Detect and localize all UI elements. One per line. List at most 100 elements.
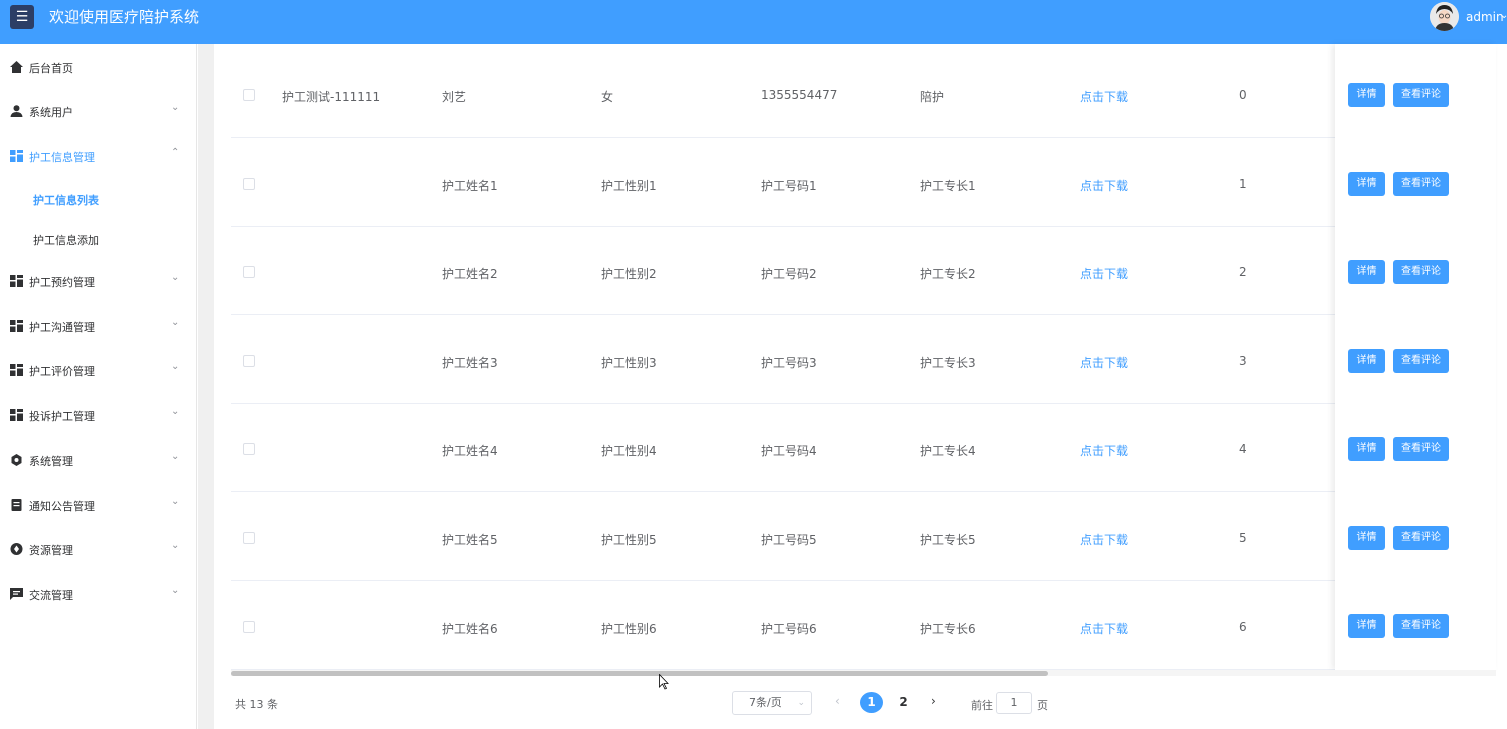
resource-icon xyxy=(10,543,23,555)
cell-gender: 护工性别2 xyxy=(601,267,657,281)
view-reviews-button[interactable]: 查看评论 xyxy=(1393,614,1449,638)
detail-button[interactable]: 详情 xyxy=(1348,260,1385,284)
row-checkbox[interactable] xyxy=(243,532,255,544)
cell-count: 5 xyxy=(1239,531,1247,545)
layout-gutter xyxy=(198,44,214,729)
cell-gender: 护工性别6 xyxy=(601,622,657,636)
chevron-down-icon: ⌄ xyxy=(171,102,180,113)
sidebar-item-notice[interactable]: 通知公告管理 ⌄ xyxy=(0,485,197,525)
sidebar: 后台首页 系统用户 ⌄ 护工信息管理 ⌃ 护工信息列表 护工信息添加 护工预约管… xyxy=(0,44,197,729)
chevron-down-icon: ⌄ xyxy=(171,317,180,328)
detail-button[interactable]: 详情 xyxy=(1348,437,1385,461)
download-link[interactable]: 点击下载 xyxy=(1080,177,1128,194)
row-checkbox[interactable] xyxy=(243,621,255,633)
table-row: 护工姓名6 护工性别6 护工号码6 护工专长6 点击下载 6 xyxy=(231,582,1496,670)
table-row: 护工测试-111111 刘艺 女 1355554477 陪护 点击下载 0 xyxy=(231,50,1496,138)
sidebar-item-communication[interactable]: 护工沟通管理 ⌄ xyxy=(0,306,197,346)
view-reviews-button[interactable]: 查看评论 xyxy=(1393,349,1449,373)
cell-specialty: 护工专长4 xyxy=(920,444,976,458)
user-name[interactable]: admin xyxy=(1466,10,1504,24)
sidebar-item-exchange[interactable]: 交流管理 ⌄ xyxy=(0,574,197,614)
download-link[interactable]: 点击下载 xyxy=(1080,354,1128,371)
cell-specialty: 护工专长6 xyxy=(920,622,976,636)
download-link[interactable]: 点击下载 xyxy=(1080,620,1128,637)
nurse-table: 护工测试-111111 刘艺 女 1355554477 陪护 点击下载 0 护工… xyxy=(231,50,1496,670)
cell-phone: 护工号码6 xyxy=(761,622,817,636)
page-size-select[interactable]: 7条/页 ⌄ xyxy=(732,691,812,715)
row-checkbox[interactable] xyxy=(243,89,255,101)
sidebar-item-evaluation[interactable]: 护工评价管理 ⌄ xyxy=(0,350,197,390)
cell-gender: 女 xyxy=(601,90,614,104)
gear-icon xyxy=(11,454,22,466)
download-link[interactable]: 点击下载 xyxy=(1080,265,1128,282)
chevron-down-icon: ⌄ xyxy=(171,585,180,596)
sidebar-item-nurse-info[interactable]: 护工信息管理 ⌃ xyxy=(0,136,197,176)
avatar[interactable] xyxy=(1430,2,1459,31)
sidebar-item-label: 护工沟通管理 xyxy=(29,321,95,334)
total-count: 共 13 条 xyxy=(235,698,278,711)
sidebar-item-label: 投诉护工管理 xyxy=(29,410,95,423)
prev-page-button[interactable]: ‹ xyxy=(835,694,840,708)
table-row: 护工姓名5 护工性别5 护工号码5 护工专长5 点击下载 5 xyxy=(231,493,1496,581)
sidebar-item-label: 后台首页 xyxy=(29,62,73,75)
table-row: 护工姓名1 护工性别1 护工号码1 护工专长1 点击下载 1 xyxy=(231,139,1496,227)
top-header: ☰ 欢迎使用医疗陪护系统 admin ⌄ xyxy=(0,0,1507,44)
cell-count: 1 xyxy=(1239,177,1247,191)
view-reviews-button[interactable]: 查看评论 xyxy=(1393,260,1449,284)
user-icon xyxy=(10,105,23,117)
row-checkbox[interactable] xyxy=(243,178,255,190)
page-button-1[interactable]: 1 xyxy=(860,692,883,713)
cell-specialty: 护工专长3 xyxy=(920,356,976,370)
download-link[interactable]: 点击下载 xyxy=(1080,531,1128,548)
row-checkbox[interactable] xyxy=(243,266,255,278)
view-reviews-button[interactable]: 查看评论 xyxy=(1393,172,1449,196)
table-row: 护工姓名4 护工性别4 护工号码4 护工专长4 点击下载 4 xyxy=(231,404,1496,492)
download-link[interactable]: 点击下载 xyxy=(1080,442,1128,459)
view-reviews-button[interactable]: 查看评论 xyxy=(1393,526,1449,550)
cell-phone: 1355554477 xyxy=(761,88,838,102)
sidebar-item-users[interactable]: 系统用户 ⌄ xyxy=(0,91,197,131)
chevron-down-icon: ⌄ xyxy=(171,540,180,551)
view-reviews-button[interactable]: 查看评论 xyxy=(1393,83,1449,107)
download-link[interactable]: 点击下载 xyxy=(1080,88,1128,105)
sidebar-item-complaint[interactable]: 投诉护工管理 ⌄ xyxy=(0,395,197,435)
cell-gender: 护工性别5 xyxy=(601,533,657,547)
row-checkbox[interactable] xyxy=(243,355,255,367)
cell-gender: 护工性别4 xyxy=(601,444,657,458)
sidebar-item-label: 系统用户 xyxy=(29,106,73,119)
cell-phone: 护工号码5 xyxy=(761,533,817,547)
scrollbar-thumb[interactable] xyxy=(231,671,1048,676)
cell-count: 0 xyxy=(1239,88,1247,102)
cell-count: 3 xyxy=(1239,354,1247,368)
detail-button[interactable]: 详情 xyxy=(1348,349,1385,373)
chevron-down-icon[interactable]: ⌄ xyxy=(1500,10,1507,21)
cell-name: 护工姓名3 xyxy=(442,356,498,370)
chevron-down-icon: ⌄ xyxy=(797,698,805,708)
cell-count: 6 xyxy=(1239,620,1247,634)
chat-icon xyxy=(10,588,23,600)
sidebar-item-label: 资源管理 xyxy=(29,544,73,557)
table-row: 护工姓名3 护工性别3 护工号码3 护工专长3 点击下载 3 xyxy=(231,316,1496,404)
detail-button[interactable]: 详情 xyxy=(1348,83,1385,107)
cell-name: 护工姓名6 xyxy=(442,622,498,636)
menu-icon[interactable]: ☰ xyxy=(10,5,34,29)
sidebar-item-label: 通知公告管理 xyxy=(29,500,95,513)
sidebar-item-appointment[interactable]: 护工预约管理 ⌄ xyxy=(0,261,197,301)
sidebar-item-home[interactable]: 后台首页 xyxy=(0,47,197,87)
sidebar-subitem-nurse-add[interactable]: 护工信息添加 xyxy=(0,221,197,257)
detail-button[interactable]: 详情 xyxy=(1348,526,1385,550)
row-checkbox[interactable] xyxy=(243,443,255,455)
sidebar-subitem-nurse-list[interactable]: 护工信息列表 xyxy=(0,181,197,217)
sidebar-item-resource[interactable]: 资源管理 ⌄ xyxy=(0,529,197,569)
cell-count: 4 xyxy=(1239,442,1247,456)
sidebar-item-system[interactable]: 系统管理 ⌄ xyxy=(0,440,197,480)
goto-page-input[interactable]: 1 xyxy=(996,692,1032,714)
cell-specialty: 护工专长2 xyxy=(920,267,976,281)
table-row: 护工姓名2 护工性别2 护工号码2 护工专长2 点击下载 2 xyxy=(231,227,1496,315)
view-reviews-button[interactable]: 查看评论 xyxy=(1393,437,1449,461)
page-button-2[interactable]: 2 xyxy=(892,692,915,713)
cell-count: 2 xyxy=(1239,265,1247,279)
next-page-button[interactable]: › xyxy=(931,694,936,708)
detail-button[interactable]: 详情 xyxy=(1348,614,1385,638)
detail-button[interactable]: 详情 xyxy=(1348,172,1385,196)
